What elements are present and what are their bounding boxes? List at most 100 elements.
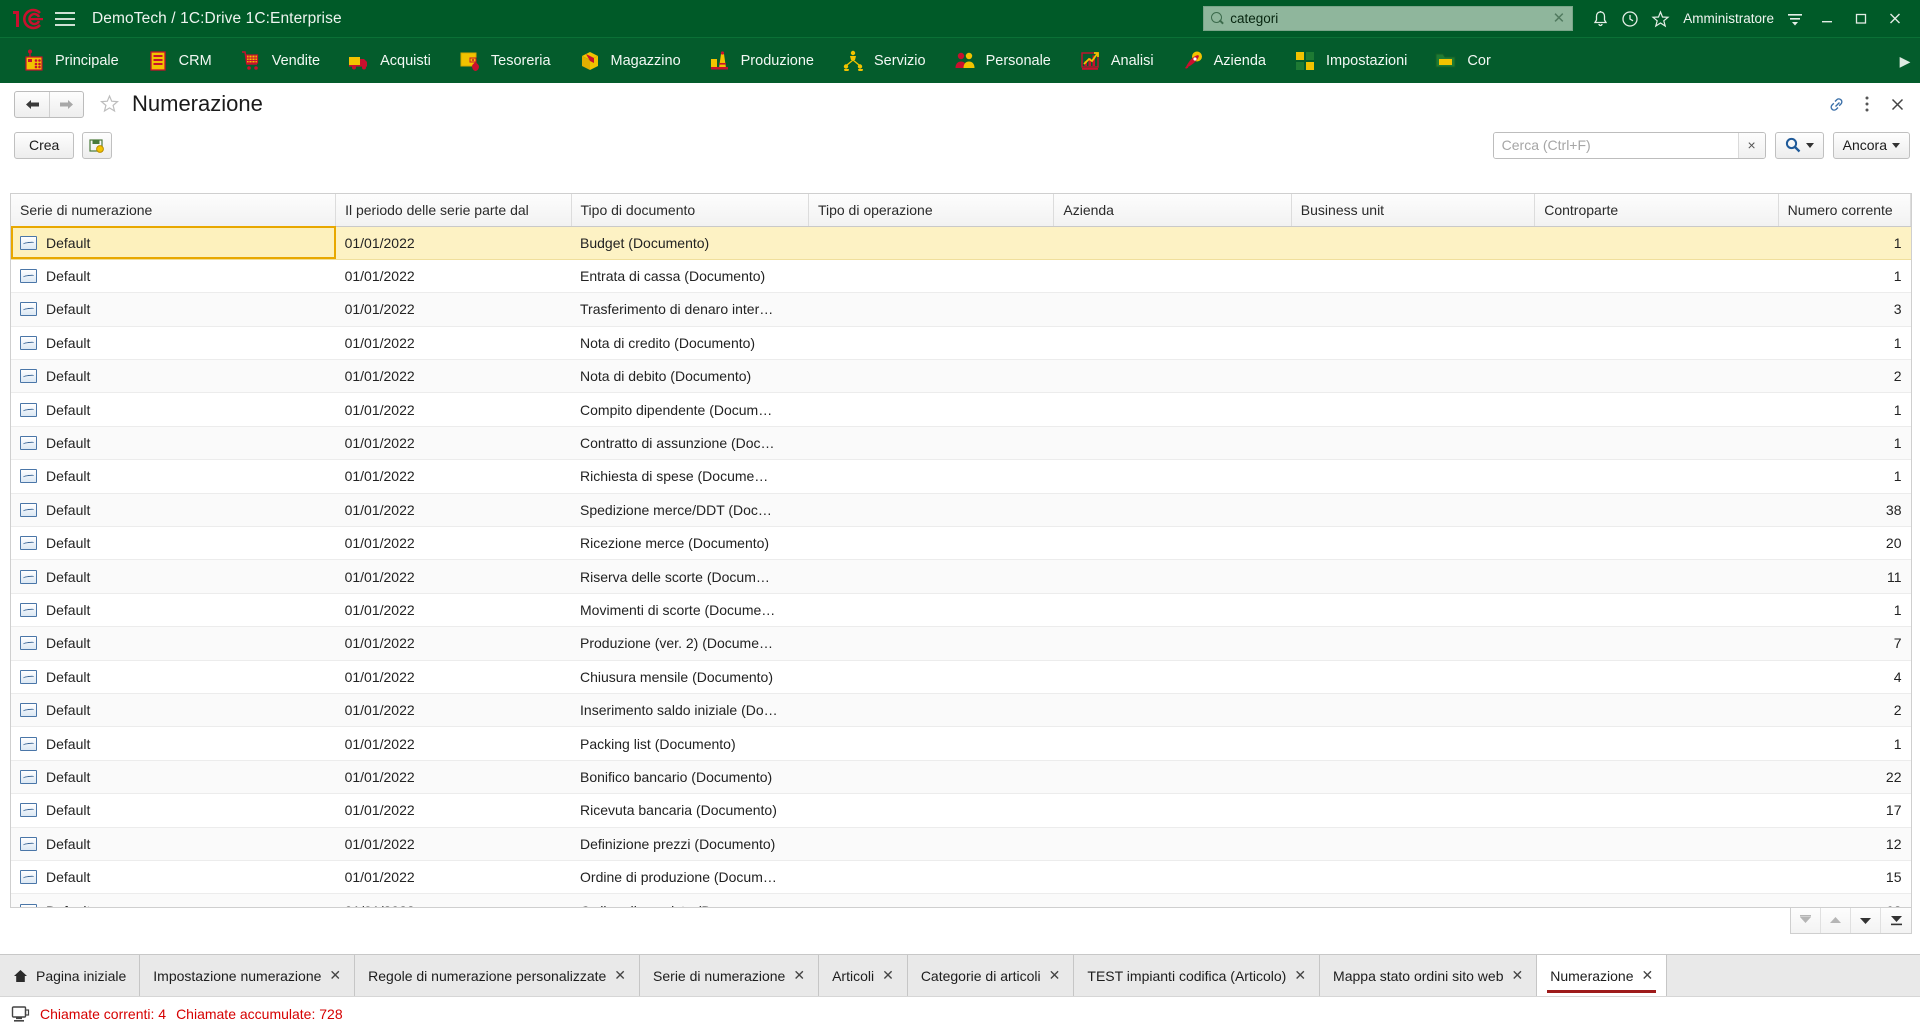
find-clear-icon[interactable]: ×	[1737, 132, 1765, 158]
cell-controparte[interactable]	[1534, 559, 1779, 594]
cell-tipo-operazione[interactable]	[808, 827, 1054, 861]
cell-numero-corrente[interactable]: 15	[1778, 860, 1911, 895]
table-row[interactable]: Default 01/01/2022 Contratto di assunzione…	[11, 426, 1911, 461]
cell-periodo[interactable]: 01/01/2022	[335, 259, 572, 294]
cell-tipo-operazione[interactable]	[808, 225, 1054, 260]
cell-business-unit[interactable]	[1291, 359, 1535, 394]
cell-periodo[interactable]: 01/01/2022	[335, 793, 572, 828]
cell-controparte[interactable]	[1534, 326, 1779, 361]
scroll-up-icon[interactable]	[1821, 908, 1851, 933]
back-button[interactable]	[15, 92, 49, 117]
cell-numero-corrente[interactable]: 1	[1778, 259, 1911, 294]
cell-numero-corrente[interactable]: 22	[1778, 760, 1911, 795]
tab-close-icon[interactable]: ✕	[1511, 967, 1523, 984]
cell-business-unit[interactable]	[1291, 559, 1535, 594]
table-row[interactable]: Default 01/01/2022 Spedizione merce/DDT (D…	[11, 493, 1911, 528]
cell-tipo-operazione[interactable]	[808, 626, 1054, 661]
tab-close-icon[interactable]: ✕	[882, 967, 894, 984]
cell-periodo[interactable]: 01/01/2022	[335, 693, 572, 728]
cell-azienda[interactable]	[1053, 660, 1292, 694]
cell-periodo[interactable]: 01/01/2022	[335, 225, 572, 260]
cell-business-unit[interactable]	[1291, 593, 1535, 628]
cell-controparte[interactable]	[1534, 860, 1779, 895]
cell-numero-corrente[interactable]: 1	[1778, 593, 1911, 628]
cell-azienda[interactable]	[1053, 693, 1292, 728]
more-button[interactable]: Ancora	[1832, 131, 1910, 159]
table-row[interactable]: Default01/01/2022Ordine di acquisto (Doc…	[11, 893, 1911, 907]
cell-business-unit[interactable]	[1291, 726, 1535, 761]
nav-item-servizio[interactable]: Servizio	[827, 38, 939, 83]
cell-business-unit[interactable]	[1291, 493, 1535, 528]
cell-tipo-documento[interactable]: Ordine di produzione (Docum…	[571, 860, 809, 895]
forward-button[interactable]	[49, 91, 83, 117]
table-row[interactable]: Default 01/01/2022 Bonifico bancario (Docu…	[11, 760, 1911, 795]
cell-numero-corrente[interactable]: 1	[1778, 726, 1911, 761]
cell-business-unit[interactable]	[1291, 326, 1535, 361]
table-row[interactable]: Default 01/01/2022 Nota di debito (Documen…	[11, 359, 1911, 394]
cell-tipo-documento[interactable]: Chiusura mensile (Documento)	[571, 660, 809, 694]
cell-tipo-documento[interactable]: Riserva delle scorte (Docum…	[571, 559, 809, 594]
main-menu-icon[interactable]	[52, 8, 78, 30]
cell-serie[interactable]: Default	[11, 426, 336, 461]
tab-mappa-stato-ordini-sito-web[interactable]: Mappa stato ordini sito web ✕	[1320, 955, 1538, 996]
column-header-serie[interactable]: Serie di numerazione	[11, 194, 337, 227]
cell-numero-corrente[interactable]: 1	[1778, 326, 1911, 361]
nav-more-icon[interactable]: ▶	[1894, 38, 1916, 83]
cell-tipo-operazione[interactable]	[808, 593, 1054, 628]
cell-controparte[interactable]	[1534, 593, 1779, 628]
tab-close-icon[interactable]: ✕	[1049, 967, 1061, 984]
more-vertical-icon[interactable]	[1852, 90, 1882, 118]
cell-periodo[interactable]: 01/01/2022	[335, 593, 572, 628]
tab-categorie-di-articoli[interactable]: Categorie di articoli ✕	[907, 955, 1075, 996]
table-row[interactable]: Default 01/01/2022 Riserva delle scorte (D…	[11, 559, 1911, 594]
tab-serie-di-numerazione[interactable]: Serie di numerazione ✕	[640, 955, 820, 996]
favorites-star-icon[interactable]	[1645, 5, 1675, 33]
clear-search-icon[interactable]: ✕	[1550, 11, 1569, 26]
restore-button[interactable]	[1844, 4, 1878, 34]
cell-azienda[interactable]	[1053, 292, 1292, 327]
cell-tipo-operazione[interactable]	[808, 726, 1054, 761]
cell-azienda[interactable]	[1053, 726, 1292, 761]
cell-numero-corrente[interactable]: 1	[1778, 459, 1911, 494]
nav-item-azienda[interactable]: Azienda	[1167, 38, 1279, 83]
cell-tipo-documento[interactable]: Contratto di assunzione (Doc…	[571, 426, 809, 461]
table-row[interactable]: Default 01/01/2022 Ricevuta bancaria (Docu…	[11, 793, 1911, 828]
cell-serie[interactable]: Default	[11, 760, 336, 795]
nav-item-produzione[interactable]: Produzione	[694, 38, 827, 83]
cell-periodo[interactable]: 01/01/2022	[335, 493, 572, 528]
1c-logo-icon[interactable]	[10, 7, 44, 31]
cell-tipo-operazione[interactable]	[808, 292, 1054, 327]
cell-controparte[interactable]	[1534, 426, 1779, 461]
cell-controparte[interactable]	[1534, 660, 1779, 694]
cell-controparte[interactable]	[1534, 626, 1779, 661]
cell-periodo[interactable]: 01/01/2022	[335, 827, 572, 861]
link-icon[interactable]	[1822, 90, 1852, 118]
cell-periodo[interactable]: 01/01/2022	[335, 559, 572, 594]
cell-business-unit[interactable]	[1291, 459, 1535, 494]
cell-numero-corrente[interactable]: 12	[1778, 827, 1911, 861]
cell-azienda[interactable]	[1053, 493, 1292, 528]
cell-azienda[interactable]	[1053, 827, 1292, 861]
cell-tipo-operazione[interactable]	[808, 459, 1054, 494]
cell-business-unit[interactable]	[1291, 860, 1535, 895]
cell-periodo[interactable]: 01/01/2022	[335, 893, 572, 907]
cell-azienda[interactable]	[1053, 893, 1292, 907]
cell-numero-corrente[interactable]: 1	[1778, 392, 1911, 427]
cell-tipo-operazione[interactable]	[808, 793, 1054, 828]
find-box[interactable]: ×	[1492, 131, 1766, 159]
cell-serie[interactable]: Default	[11, 493, 336, 528]
cell-serie[interactable]: Default	[11, 693, 336, 728]
bell-icon[interactable]	[1585, 5, 1615, 33]
cell-azienda[interactable]	[1053, 392, 1292, 427]
cell-numero-corrente[interactable]: 11	[1778, 559, 1911, 594]
tab-impostazione-numerazione[interactable]: Impostazione numerazione ✕	[140, 955, 356, 996]
cell-business-unit[interactable]	[1291, 392, 1535, 427]
cell-periodo[interactable]: 01/01/2022	[335, 726, 572, 761]
cell-tipo-operazione[interactable]	[808, 526, 1054, 561]
scroll-bottom-icon[interactable]	[1881, 908, 1911, 933]
cell-serie[interactable]: Default	[11, 559, 336, 594]
tab-close-icon[interactable]: ✕	[1641, 967, 1653, 984]
column-header-periodo[interactable]: Il periodo delle serie parte dal	[335, 194, 572, 227]
table-row[interactable]: Default 01/01/2022 Inserimento saldo inizi…	[11, 693, 1911, 728]
nav-item-impostazioni[interactable]: Impostazioni	[1279, 38, 1420, 83]
